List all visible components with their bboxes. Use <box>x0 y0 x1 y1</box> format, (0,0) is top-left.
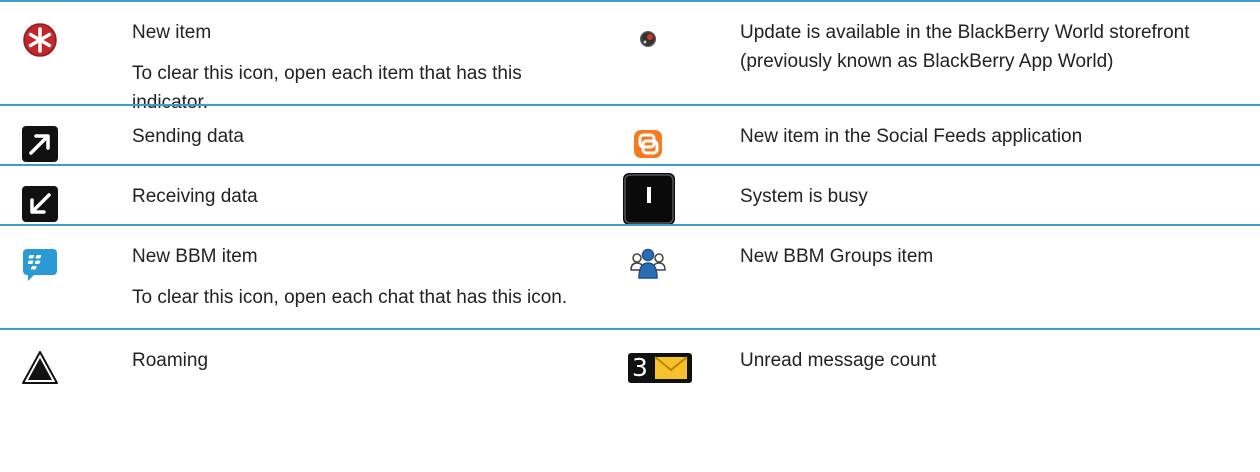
table-row: Roaming 3 Unread message count <box>0 328 1260 470</box>
table-row: Sending data New item in the Social Feed… <box>0 104 1260 164</box>
icon-label: Unread message count <box>740 350 937 371</box>
bbm-icon <box>20 244 60 284</box>
icon-label: Roaming <box>132 350 209 371</box>
icon-description: New item in the Social Feeds application <box>740 122 1240 151</box>
icon-description: Roaming <box>132 346 602 375</box>
icon-description: System is busy <box>740 182 1240 211</box>
system-busy-icon <box>622 172 676 226</box>
update-available-icon <box>628 20 668 60</box>
roaming-icon <box>20 348 60 388</box>
table-row: New item To clear this icon, open each i… <box>0 0 1260 113</box>
status-icons-table: New item To clear this icon, open each i… <box>0 0 1260 470</box>
new-item-icon <box>20 20 60 60</box>
icon-description: Update is available in the BlackBerry Wo… <box>740 18 1240 76</box>
icon-description: Unread message count <box>740 346 1240 375</box>
icon-description: Receiving data <box>132 182 602 211</box>
sending-data-icon <box>20 124 60 164</box>
unread-message-count-icon: 3 <box>628 348 692 388</box>
icon-label: Sending data <box>132 126 244 147</box>
icon-label: New item <box>132 22 212 43</box>
icon-label: New BBM item <box>132 246 258 267</box>
table-row: New BBM item To clear this icon, open ea… <box>0 224 1260 328</box>
table-row: Receiving data System is busy <box>0 164 1260 226</box>
icon-label: Receiving data <box>132 186 258 207</box>
icon-label: New item in the Social Feeds application <box>740 126 1083 147</box>
icon-label: New BBM Groups item <box>740 246 934 267</box>
icon-description: New BBM item To clear this icon, open ea… <box>132 242 602 312</box>
unread-count: 3 <box>632 353 648 382</box>
envelope-icon <box>654 356 688 379</box>
bbm-groups-icon <box>628 244 668 284</box>
social-feeds-icon <box>628 124 668 164</box>
icon-description: New item To clear this icon, open each i… <box>132 18 602 117</box>
icon-description: New BBM Groups item <box>740 242 1240 271</box>
icon-label: Update is available in the BlackBerry Wo… <box>740 22 1190 72</box>
icon-note: To clear this icon, open each chat that … <box>132 287 568 308</box>
receiving-data-icon <box>20 184 60 224</box>
count-badge: 3 <box>628 353 692 383</box>
icon-label: System is busy <box>740 186 868 207</box>
icon-description: Sending data <box>132 122 602 151</box>
